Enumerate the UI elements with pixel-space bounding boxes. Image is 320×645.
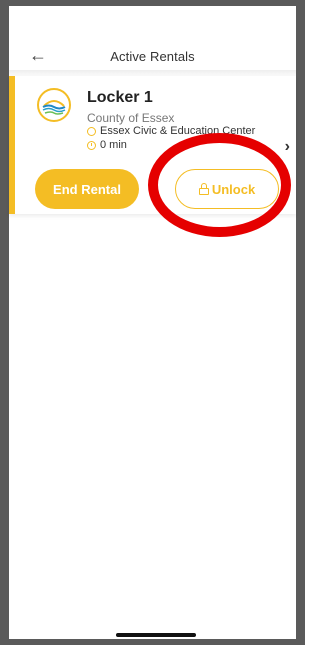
elapsed-text: 0 min bbox=[100, 139, 127, 151]
location-row: Essex Civic & Education Center bbox=[87, 125, 255, 137]
page-title: Active Rentals bbox=[110, 49, 195, 64]
home-indicator bbox=[116, 633, 196, 637]
end-rental-label: End Rental bbox=[53, 181, 121, 197]
clock-icon bbox=[87, 140, 96, 150]
unlock-icon bbox=[198, 183, 209, 195]
screen: ← Active Rentals Locker 1 County of Esse… bbox=[9, 6, 296, 639]
location-icon bbox=[87, 126, 96, 136]
organization-logo bbox=[37, 88, 71, 122]
essex-logo-icon bbox=[42, 100, 66, 115]
rental-card[interactable]: Locker 1 County of Essex Essex Civic & E… bbox=[9, 76, 296, 214]
location-text: Essex Civic & Education Center bbox=[100, 125, 256, 137]
header-bar: ← Active Rentals bbox=[9, 40, 296, 70]
frame-border-right bbox=[296, 0, 305, 645]
frame-border-bottom bbox=[0, 639, 305, 645]
frame-border-left bbox=[0, 0, 9, 645]
unlock-button[interactable]: Unlock bbox=[175, 169, 279, 209]
locker-name: Locker 1 bbox=[87, 89, 153, 106]
organization-name: County of Essex bbox=[87, 111, 175, 125]
end-rental-button[interactable]: End Rental bbox=[35, 169, 139, 209]
chevron-right-icon[interactable]: › bbox=[285, 138, 290, 156]
elapsed-row: 0 min bbox=[87, 139, 127, 151]
unlock-label: Unlock bbox=[211, 181, 256, 197]
